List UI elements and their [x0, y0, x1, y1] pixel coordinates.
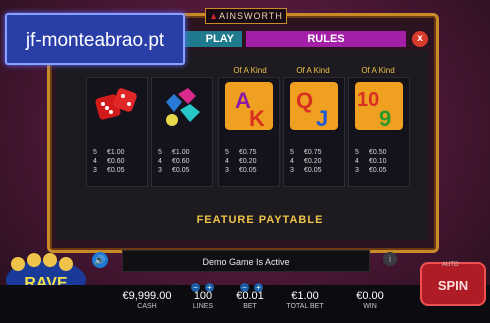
sound-toggle-button[interactable]: 🔊	[92, 252, 108, 268]
feature-paytable-title: FEATURE PAYTABLE	[196, 214, 324, 226]
ace-king-icon: A K	[225, 82, 273, 130]
svg-text:J: J	[316, 106, 328, 130]
spin-button[interactable]: SPIN	[420, 262, 486, 306]
paytable-card-ace-king: A K 5 €0.75 4 €0.20 3 €0.05	[218, 77, 280, 187]
info-button[interactable]: i	[383, 252, 397, 266]
bet-display: €0.01 BET	[236, 290, 264, 310]
svg-text:9: 9	[379, 106, 391, 130]
total-bet-display: €1.00 TOTAL BET	[286, 290, 324, 310]
of-a-kind-label: Of A Kind	[361, 66, 395, 75]
of-a-kind-label: Of A Kind	[296, 66, 330, 75]
watermark-logo: jf-monteabrao.pt	[5, 13, 185, 65]
svg-text:K: K	[249, 106, 265, 130]
gems-icon	[166, 88, 200, 126]
svg-text:Q: Q	[296, 88, 313, 113]
paytable-card-dice: 5 €1.00 4 €0.60 3 €0.05	[86, 77, 148, 187]
paytable-card-ten-nine: 10 9 5 €0.50 4 €0.10 3 €0.05	[348, 77, 410, 187]
close-button[interactable]: x	[412, 31, 428, 47]
brand-logo: ▲AINSWORTH	[205, 8, 287, 24]
win-display: €0.00 WIN	[356, 290, 384, 310]
dice-icon	[95, 88, 137, 120]
ten-nine-icon: 10 9	[355, 82, 403, 130]
lines-display: 100 LINES	[192, 290, 214, 310]
svg-text:10: 10	[357, 89, 379, 111]
cash-display: €9,999.00 CASH	[122, 290, 172, 310]
tab-rules[interactable]: RULES	[246, 31, 406, 47]
of-a-kind-label: Of A Kind	[233, 66, 267, 75]
queen-jack-icon: Q J	[290, 82, 338, 130]
paytable-card-gems: 5 €1.00 4 €0.60 3 €0.05	[151, 77, 213, 187]
auto-label[interactable]: AUTO	[442, 262, 459, 268]
status-message: Demo Game Is Active	[122, 250, 370, 272]
paytable-card-queen-jack: Q J 5 €0.75 4 €0.20 3 €0.05	[283, 77, 345, 187]
